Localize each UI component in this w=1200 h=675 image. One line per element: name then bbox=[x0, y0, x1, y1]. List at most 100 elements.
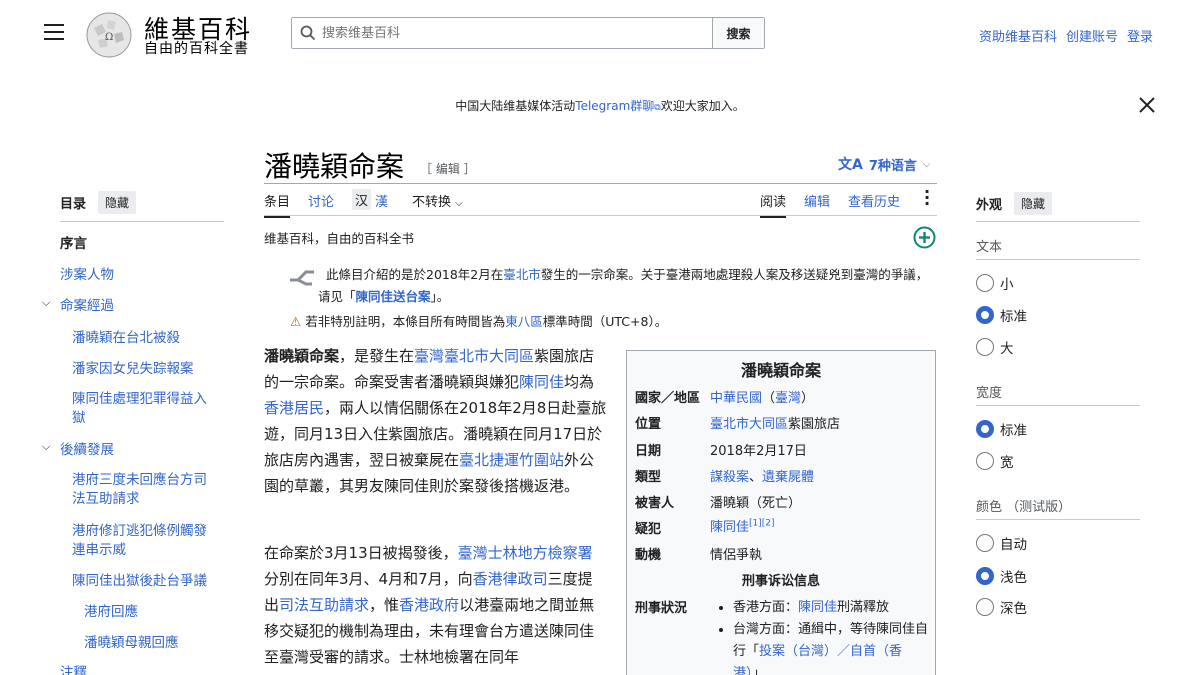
toc-item[interactable]: 潘家因女兒失踪報案 bbox=[72, 360, 194, 379]
login-link[interactable]: 登录 bbox=[1127, 26, 1153, 45]
chevron-down-icon[interactable]: ⌵ bbox=[42, 440, 50, 454]
tab-no-conversion[interactable]: 不转换 ⌵ bbox=[412, 191, 463, 210]
divider bbox=[976, 221, 1140, 222]
hamburger-icon bbox=[44, 24, 64, 26]
create-account-link[interactable]: 创建账号 bbox=[1066, 26, 1118, 45]
link[interactable]: 香港律政司 bbox=[473, 570, 548, 588]
toc-item-intro[interactable]: 序言 bbox=[60, 235, 87, 254]
divider bbox=[976, 519, 1140, 520]
tab-article[interactable]: 条目 bbox=[264, 191, 291, 218]
toc-hide-button[interactable]: 隐藏 bbox=[98, 191, 137, 214]
link[interactable]: 遺棄屍體 bbox=[762, 470, 814, 485]
hatnote-timezone: ⚠ 若非特別註明，本條目所有時間皆為東八區標準時間（UTC+8）。 bbox=[290, 314, 668, 329]
toc-header: 目录 隐藏 bbox=[60, 191, 137, 214]
link[interactable]: 臺北捷運竹圍站 bbox=[459, 451, 564, 469]
site-notice: 中国大陆维基媒体活动Telegram群聊⧉欢迎大家加入。 bbox=[455, 99, 745, 113]
link[interactable]: 臺灣 bbox=[775, 391, 801, 406]
list-item: 台灣方面：通緝中，等待陳同佳自行「投案（台灣）／自首（香港）」 bbox=[733, 619, 929, 675]
tab-edit[interactable]: 编辑 bbox=[804, 191, 830, 210]
page-title: 潘曉穎命案 bbox=[264, 150, 405, 183]
link[interactable]: 臺灣臺北市大同區 bbox=[414, 347, 534, 365]
divider bbox=[264, 215, 937, 216]
search-bar: 搜索 bbox=[291, 17, 765, 49]
link[interactable]: 謀殺案 bbox=[710, 470, 749, 485]
status-list: 香港方面：陳同佳刑滿釋放 台灣方面：通緝中，等待陳同佳自行「投案（台灣）／自首（… bbox=[719, 597, 929, 675]
toc-item[interactable]: 陳同佳出獄後赴台爭議 bbox=[72, 572, 207, 591]
radio-color-light[interactable]: 浅色 bbox=[976, 566, 1027, 586]
toc-item[interactable]: 注釋 bbox=[60, 664, 87, 675]
infobox-subheader: 刑事诉讼信息 bbox=[741, 574, 820, 589]
radio-width-standard[interactable]: 标准 bbox=[976, 419, 1027, 439]
link[interactable]: 陳同佳 bbox=[798, 600, 837, 615]
close-icon[interactable] bbox=[1137, 95, 1157, 115]
appearance-hide-button[interactable]: 隐藏 bbox=[1014, 192, 1053, 215]
user-links: 资助维基百科 创建账号 登录 bbox=[979, 26, 1153, 45]
telegram-link[interactable]: Telegram群聊 bbox=[575, 99, 654, 113]
chevron-down-icon[interactable]: ⌵ bbox=[42, 296, 50, 310]
toc-item[interactable]: 港府三度未回應台方司法互助請求 bbox=[72, 471, 218, 509]
citation-link[interactable]: [1][2] bbox=[749, 519, 775, 529]
divider bbox=[976, 405, 1140, 406]
tab-variant-traditional[interactable]: 漢 bbox=[375, 191, 388, 210]
appearance-title: 外观 bbox=[976, 198, 1003, 213]
radio-text-large[interactable]: 大 bbox=[976, 337, 1014, 357]
link[interactable]: 臺灣士林地方檢察署 bbox=[458, 544, 593, 562]
toc-item[interactable]: 港府修訂逃犯條例觸發連串示威 bbox=[72, 522, 218, 560]
infobox-row: 疑犯 陳同佳[1][2] bbox=[635, 518, 775, 537]
tab-read[interactable]: 阅读 bbox=[760, 191, 787, 218]
taipei-link[interactable]: 臺北市 bbox=[503, 267, 541, 282]
add-to-watchlist-icon[interactable] bbox=[913, 226, 936, 249]
link[interactable]: 臺北市大同區 bbox=[710, 417, 788, 432]
language-button[interactable]: 文A 7种语言 ⌵ bbox=[838, 154, 930, 174]
link[interactable]: 陳同佳 bbox=[519, 373, 564, 391]
radio-selected-icon bbox=[976, 567, 994, 585]
chevron-down-icon: ⌵ bbox=[922, 158, 931, 170]
toc-item[interactable]: 陳同佳處理犯罪得益入獄 bbox=[72, 390, 218, 428]
utc8-link[interactable]: 東八區 bbox=[505, 314, 543, 329]
radio-color-dark[interactable]: 深色 bbox=[976, 597, 1027, 617]
link[interactable]: 中華民國 bbox=[710, 391, 762, 406]
radio-text-small[interactable]: 小 bbox=[976, 273, 1014, 293]
chan-case-link[interactable]: 陳同佳送台案 bbox=[356, 289, 431, 304]
wikipedia-globe-logo[interactable]: Ω bbox=[84, 10, 134, 60]
radio-width-wide[interactable]: 宽 bbox=[976, 451, 1014, 471]
toc-item[interactable]: 後續發展 bbox=[60, 441, 114, 460]
link[interactable]: 陳同佳 bbox=[710, 520, 749, 535]
search-input[interactable] bbox=[322, 25, 682, 41]
title-edit-link[interactable]: ［ 编辑 ］ bbox=[420, 160, 476, 177]
radio-icon bbox=[976, 338, 994, 356]
site-tagline: 自由的百科全書 bbox=[144, 41, 249, 57]
search-button[interactable]: 搜索 bbox=[712, 18, 764, 48]
link[interactable]: 司法互助請求 bbox=[279, 596, 369, 614]
toc-item[interactable]: 涉案人物 bbox=[60, 266, 114, 285]
toc-item[interactable]: 港府回應 bbox=[84, 603, 138, 622]
tab-talk[interactable]: 讨论 bbox=[308, 191, 334, 210]
link[interactable]: 香港政府 bbox=[399, 596, 459, 614]
toc-item[interactable]: 潘曉穎母親回應 bbox=[84, 634, 179, 653]
infobox-row: 位置 臺北市大同區紫園旅店 bbox=[635, 417, 841, 432]
disambiguation-icon bbox=[290, 270, 314, 286]
donate-link[interactable]: 资助维基百科 bbox=[979, 26, 1057, 45]
toc-item[interactable]: 命案經過 bbox=[60, 297, 114, 316]
list-item: 香港方面：陳同佳刑滿釋放 bbox=[733, 597, 929, 619]
radio-icon bbox=[976, 274, 994, 292]
tab-history[interactable]: 查看历史 bbox=[848, 191, 900, 210]
link[interactable]: 香港居民 bbox=[264, 399, 324, 417]
page-tabs: 条目 讨论 汉 漢 不转换 ⌵ 阅读 编辑 查看历史 · · · bbox=[264, 184, 937, 218]
divider bbox=[60, 221, 224, 222]
radio-icon bbox=[976, 534, 994, 552]
divider bbox=[264, 183, 937, 184]
text-size-label: 文本 bbox=[976, 240, 1003, 255]
radio-text-standard[interactable]: 标准 bbox=[976, 305, 1027, 325]
search-field[interactable] bbox=[292, 18, 712, 48]
radio-color-auto[interactable]: 自动 bbox=[976, 533, 1027, 553]
radio-icon bbox=[976, 452, 994, 470]
more-options-icon[interactable]: · · · bbox=[924, 184, 930, 212]
translate-icon: 文A bbox=[838, 157, 863, 173]
main-menu-button[interactable] bbox=[44, 24, 64, 42]
infobox-row: 國家／地區 中華民國（臺灣） bbox=[635, 391, 815, 406]
toc-item[interactable]: 潘曉穎在台北被殺 bbox=[72, 329, 180, 348]
width-label: 宽度 bbox=[976, 386, 1003, 401]
appearance-header: 外观 隐藏 bbox=[976, 192, 1053, 215]
tab-variant-simplified[interactable]: 汉 bbox=[352, 189, 372, 210]
